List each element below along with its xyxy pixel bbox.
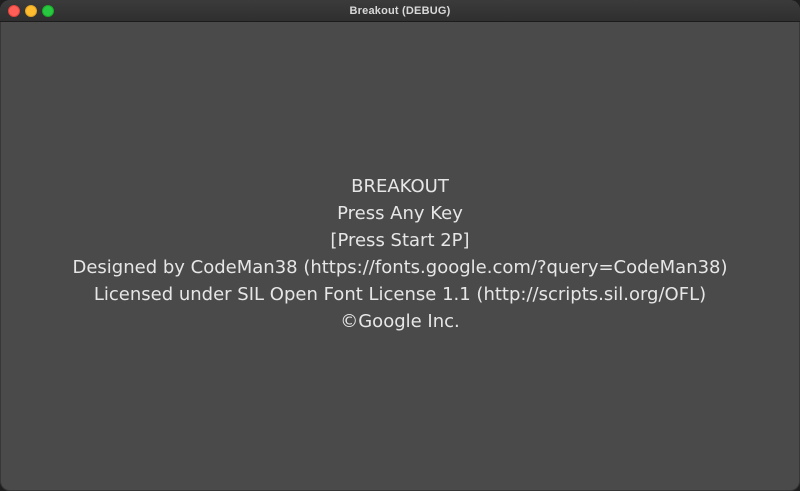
- font-license-line: Licensed under SIL Open Font License 1.1…: [93, 284, 707, 305]
- press-any-key-prompt: Press Any Key: [337, 203, 463, 224]
- font-name-line: [Press Start 2P]: [330, 230, 470, 251]
- game-title: BREAKOUT: [351, 176, 449, 197]
- window-title: Breakout (DEBUG): [349, 5, 451, 17]
- title-bar[interactable]: Breakout (DEBUG): [0, 0, 800, 22]
- font-designer-credit: Designed by CodeMan38 (https://fonts.goo…: [72, 257, 728, 278]
- game-screen[interactable]: BREAKOUT Press Any Key [Press Start 2P] …: [0, 173, 800, 335]
- game-window[interactable]: Breakout (DEBUG) BREAKOUT Press Any Key …: [0, 0, 800, 491]
- copyright-line: ©Google Inc.: [340, 311, 460, 332]
